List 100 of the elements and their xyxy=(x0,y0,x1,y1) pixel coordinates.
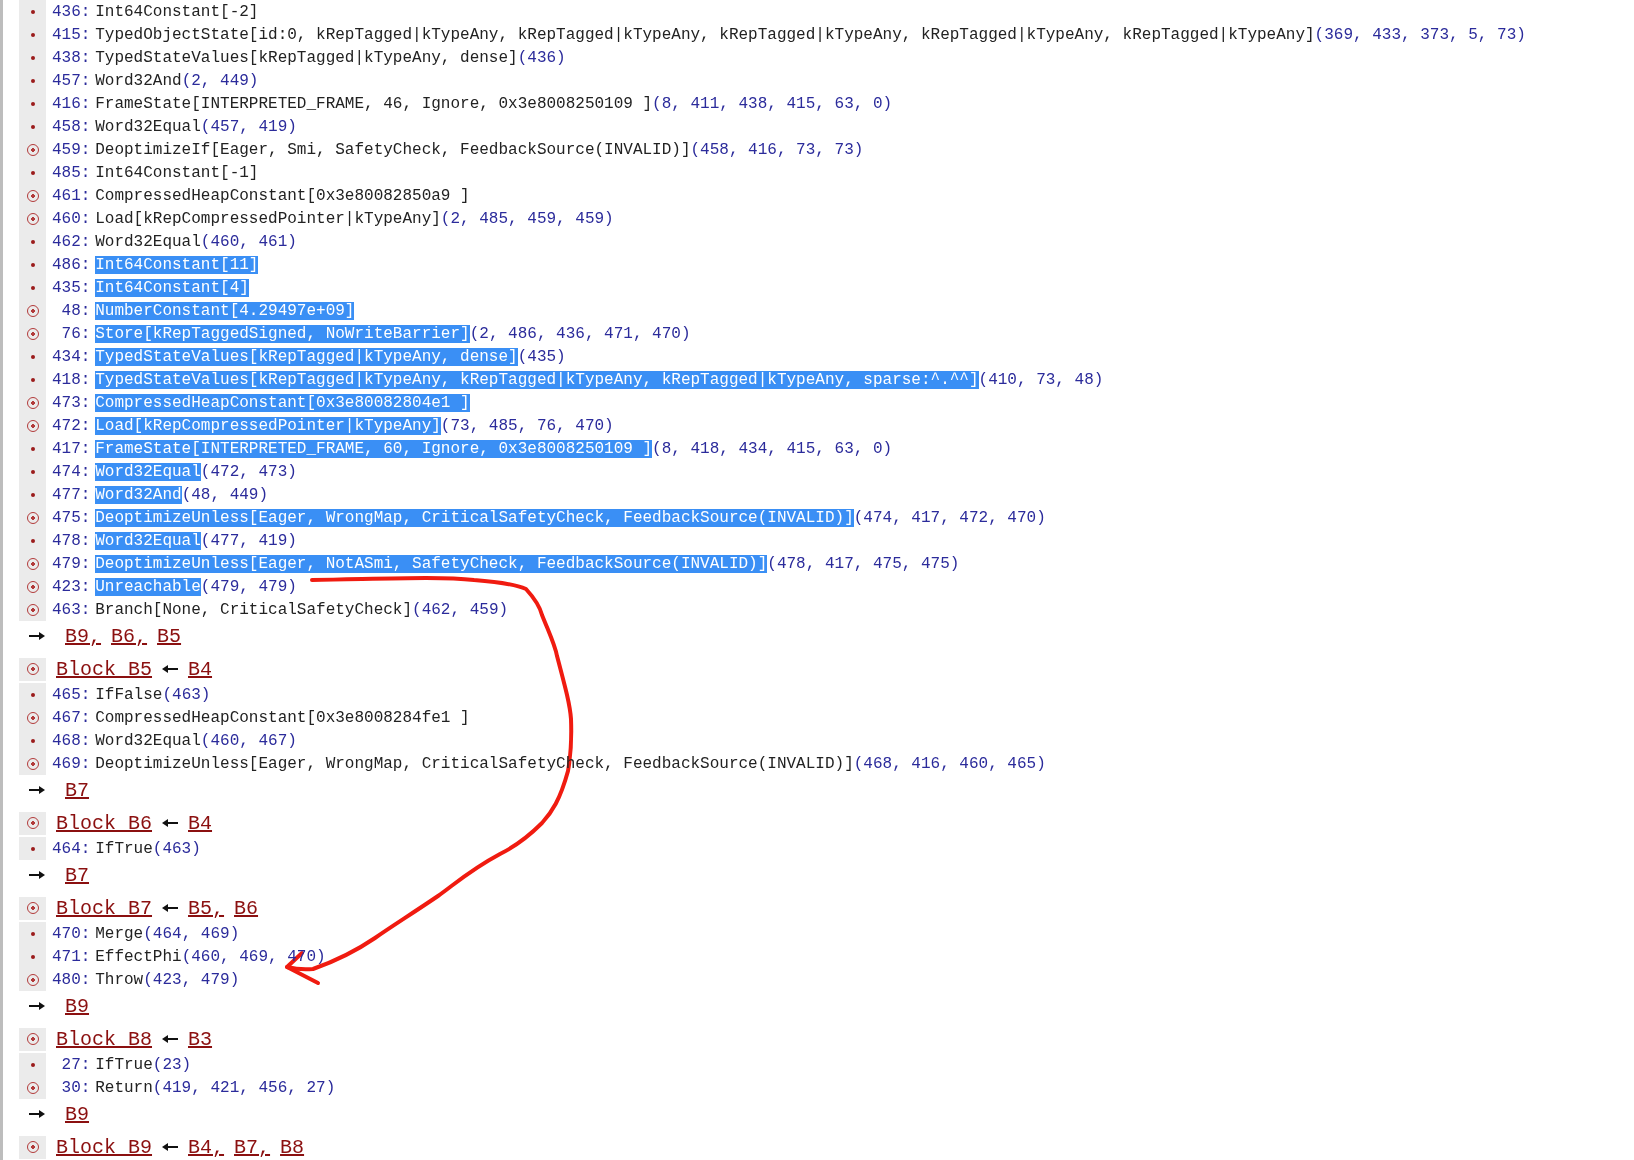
node-id[interactable]: 468: xyxy=(52,731,91,750)
block-link[interactable]: B7 xyxy=(65,778,89,802)
node-inputs[interactable]: (2, 485, 459, 459) xyxy=(440,209,614,228)
node-id[interactable]: 418: xyxy=(52,370,91,389)
node-operator[interactable]: DeoptimizeIf[Eager, Smi, SafetyCheck, FeedbackSource(INVALID)] xyxy=(95,140,691,159)
node-operator[interactable]: Int64Constant[-1] xyxy=(95,163,259,182)
block-link[interactable]: B6 xyxy=(234,896,259,920)
block-title-link[interactable]: Block B9 xyxy=(56,1135,152,1159)
node-id[interactable]: 469: xyxy=(52,754,91,773)
node-id[interactable]: 461: xyxy=(52,186,91,205)
block-link[interactable]: B6, xyxy=(111,624,148,648)
node-operator[interactable]: Word32Equal xyxy=(95,117,201,136)
node-inputs[interactable]: (462, 459) xyxy=(412,600,509,619)
node-id[interactable]: 27: xyxy=(52,1055,91,1074)
block-link[interactable]: B5 xyxy=(157,624,182,648)
node-inputs[interactable]: (23) xyxy=(152,1055,192,1074)
node-id[interactable]: 472: xyxy=(52,416,91,435)
node-inputs[interactable]: (474, 417, 472, 470) xyxy=(853,508,1046,527)
node-operator[interactable]: Word32Equal xyxy=(95,232,201,251)
node-id[interactable]: 479: xyxy=(52,554,91,573)
node-id[interactable]: 423: xyxy=(52,577,91,596)
node-inputs[interactable]: (463) xyxy=(162,685,211,704)
node-inputs[interactable]: (2, 449) xyxy=(181,71,259,90)
node-operator[interactable]: CompressedHeapConstant[0x3e8008284fe1 ] xyxy=(95,708,470,727)
block-link[interactable]: B8 xyxy=(280,1135,305,1159)
block-link[interactable]: B4 xyxy=(188,657,213,681)
node-operator[interactable]: FrameState[INTERPRETED_FRAME, 46, Ignore, 0x3e8008250109 ] xyxy=(95,94,653,113)
node-inputs[interactable]: (479, 479) xyxy=(200,577,297,596)
node-operator[interactable]: Return xyxy=(95,1078,153,1097)
node-inputs[interactable]: (436) xyxy=(517,48,566,67)
node-id[interactable]: 471: xyxy=(52,947,91,966)
node-operator[interactable]: IfFalse xyxy=(95,685,163,704)
node-id[interactable]: 475: xyxy=(52,508,91,527)
node-inputs[interactable]: (8, 411, 438, 415, 63, 0) xyxy=(652,94,893,113)
node-id[interactable]: 48: xyxy=(52,301,91,320)
block-link[interactable]: B4, xyxy=(188,1135,225,1159)
node-operator[interactable]: Load[kRepCompressedPointer|kTypeAny] xyxy=(95,209,441,228)
node-id[interactable]: 464: xyxy=(52,839,91,858)
node-id[interactable]: 462: xyxy=(52,232,91,251)
node-id[interactable]: 485: xyxy=(52,163,91,182)
block-link[interactable]: B9 xyxy=(65,1102,89,1126)
node-inputs[interactable]: (468, 416, 460, 465) xyxy=(853,754,1046,773)
block-link[interactable]: B7 xyxy=(65,863,89,887)
node-inputs[interactable]: (2, 486, 436, 471, 470) xyxy=(469,324,691,343)
node-id[interactable]: 76: xyxy=(52,324,91,343)
node-id[interactable]: 478: xyxy=(52,531,91,550)
node-id[interactable]: 417: xyxy=(52,439,91,458)
node-id[interactable]: 463: xyxy=(52,600,91,619)
block-link[interactable]: B5, xyxy=(188,896,225,920)
node-id[interactable]: 416: xyxy=(52,94,91,113)
node-id[interactable]: 486: xyxy=(52,255,91,274)
node-operator[interactable]: Word32And xyxy=(95,71,182,90)
block-link[interactable]: B3 xyxy=(188,1027,213,1051)
node-id[interactable]: 474: xyxy=(52,462,91,481)
node-operator[interactable]: Branch[None, CriticalSafetyCheck] xyxy=(95,600,413,619)
node-inputs[interactable]: (410, 73, 48) xyxy=(978,370,1104,389)
node-inputs[interactable]: (460, 461) xyxy=(200,232,297,251)
node-id[interactable]: 434: xyxy=(52,347,91,366)
block-title-link[interactable]: Block B8 xyxy=(56,1027,152,1051)
node-operator[interactable]: Word32Equal xyxy=(95,731,201,750)
node-id[interactable]: 470: xyxy=(52,924,91,943)
node-inputs[interactable]: (458, 416, 73, 73) xyxy=(690,140,864,159)
node-id[interactable]: 473: xyxy=(52,393,91,412)
node-operator[interactable]: IfTrue xyxy=(95,839,153,858)
node-inputs[interactable]: (48, 449) xyxy=(181,485,269,504)
node-inputs[interactable]: (472, 473) xyxy=(200,462,297,481)
node-inputs[interactable]: (369, 433, 373, 5, 73) xyxy=(1314,25,1526,44)
node-operator[interactable]: Int64Constant[-2] xyxy=(95,2,259,21)
node-id[interactable]: 459: xyxy=(52,140,91,159)
node-id[interactable]: 477: xyxy=(52,485,91,504)
block-link[interactable]: B7, xyxy=(234,1135,271,1159)
node-id[interactable]: 460: xyxy=(52,209,91,228)
node-inputs[interactable]: (419, 421, 456, 27) xyxy=(152,1078,336,1097)
node-id[interactable]: 467: xyxy=(52,708,91,727)
node-id[interactable]: 30: xyxy=(52,1078,91,1097)
block-title-link[interactable]: Block B5 xyxy=(56,657,152,681)
node-id[interactable]: 465: xyxy=(52,685,91,704)
node-inputs[interactable]: (460, 467) xyxy=(200,731,297,750)
node-operator[interactable]: IfTrue xyxy=(95,1055,153,1074)
node-id[interactable]: 415: xyxy=(52,25,91,44)
node-operator[interactable]: EffectPhi xyxy=(95,947,182,966)
node-id[interactable]: 436: xyxy=(52,2,91,21)
node-operator[interactable]: Merge xyxy=(95,924,144,943)
block-link[interactable]: B4 xyxy=(188,811,213,835)
node-inputs[interactable]: (464, 469) xyxy=(143,924,240,943)
block-link[interactable]: B9, xyxy=(65,624,101,648)
node-operator[interactable]: TypedObjectState[id:0, kRepTagged|kTypeAny, kRepTagged|kTypeAny, kRepTagged|kTypeAny, kRepTagged|kTypeAny, kRepTagged|kTypeAny] xyxy=(95,25,1315,44)
node-id[interactable]: 457: xyxy=(52,71,91,90)
node-operator[interactable]: TypedStateValues[kRepTagged|kTypeAny, dense] xyxy=(95,48,518,67)
block-title-link[interactable]: Block B6 xyxy=(56,811,152,835)
node-inputs[interactable]: (73, 485, 76, 470) xyxy=(440,416,614,435)
node-inputs[interactable]: (457, 419) xyxy=(200,117,297,136)
node-operator[interactable]: CompressedHeapConstant[0x3e80082850a9 ] xyxy=(95,186,470,205)
node-id[interactable]: 458: xyxy=(52,117,91,136)
node-id[interactable]: 480: xyxy=(52,970,91,989)
node-id[interactable]: 438: xyxy=(52,48,91,67)
node-inputs[interactable]: (478, 417, 475, 475) xyxy=(767,554,960,573)
node-inputs[interactable]: (477, 419) xyxy=(200,531,297,550)
block-link[interactable]: B9 xyxy=(65,994,89,1018)
node-inputs[interactable]: (435) xyxy=(517,347,566,366)
